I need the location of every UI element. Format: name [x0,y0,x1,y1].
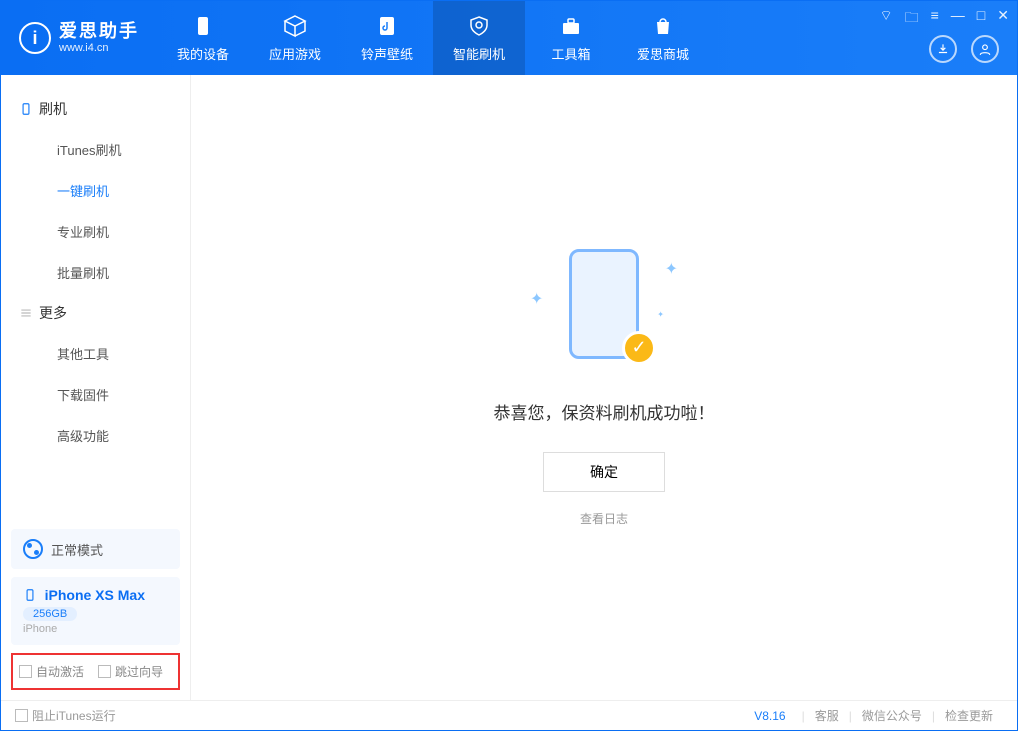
footer: 阻止iTunes运行 V8.16 |客服 |微信公众号 |检查更新 [1,700,1017,730]
mode-icon [23,539,43,559]
bag-icon [651,14,675,38]
check-badge-icon: ✓ [622,331,656,365]
sidebar: 刷机 iTunes刷机 一键刷机 专业刷机 批量刷机 更多 其他工具 下载固件 … [1,75,191,700]
view-log-link[interactable]: 查看日志 [580,510,628,527]
sidebar-item-advanced[interactable]: 高级功能 [1,415,190,456]
success-illustration: ✦ ✦ ✦ ✓ [524,249,684,369]
app-subtitle: www.i4.cn [59,42,139,54]
ok-button[interactable]: 确定 [543,452,665,492]
menu-icon[interactable]: ≡ [931,7,939,31]
footer-link-wechat[interactable]: 微信公众号 [862,707,922,724]
chk-block-itunes[interactable]: 阻止iTunes运行 [15,707,116,724]
sidebar-group-flash: 刷机 [1,89,190,129]
checkbox-icon [19,665,32,678]
checkbox-icon [15,709,28,722]
toolbox-icon [559,14,583,38]
sparkle-icon: ✦ [657,310,664,319]
top-nav: 我的设备 应用游戏 铃声壁纸 智能刷机 工具箱 爱思商城 [157,1,709,75]
sidebar-item-oneclick-flash[interactable]: 一键刷机 [1,170,190,211]
body: 刷机 iTunes刷机 一键刷机 专业刷机 批量刷机 更多 其他工具 下载固件 … [1,75,1017,700]
music-file-icon [375,14,399,38]
device-card[interactable]: iPhone XS Max 256GB iPhone [11,577,180,645]
nav-toolbox[interactable]: 工具箱 [525,1,617,75]
checkbox-icon [98,665,111,678]
sidebar-bottom: 正常模式 iPhone XS Max 256GB iPhone 自动激活 跳过向… [11,529,180,690]
sidebar-item-itunes-flash[interactable]: iTunes刷机 [1,129,190,170]
footer-link-update[interactable]: 检查更新 [945,707,993,724]
sidebar-item-download-fw[interactable]: 下载固件 [1,374,190,415]
nav-my-device[interactable]: 我的设备 [157,1,249,75]
sidebar-group-more: 更多 [1,293,190,333]
checkbox-row-highlighted: 自动激活 跳过向导 [11,653,180,690]
nav-apps[interactable]: 应用游戏 [249,1,341,75]
close-icon[interactable]: ✕ [997,7,1009,31]
version-label: V8.16 [754,709,785,723]
success-message: 恭喜您，保资料刷机成功啦！ [494,399,715,424]
download-icon [936,42,950,56]
sidebar-item-other-tools[interactable]: 其他工具 [1,333,190,374]
phone-small-icon [19,102,33,116]
lock-icon[interactable]: 🗀 [905,7,919,31]
logo-icon: i [19,22,51,54]
mode-label: 正常模式 [51,540,103,559]
tshirt-icon[interactable]: ⌔ [879,7,892,31]
sidebar-item-pro-flash[interactable]: 专业刷机 [1,211,190,252]
storage-badge: 256GB [23,607,77,621]
minimize-icon[interactable]: — [951,7,965,31]
list-icon [19,306,33,320]
app-title: 爱思助手 [59,22,139,42]
shield-icon [467,14,491,38]
device-small-icon [23,588,37,602]
maximize-icon[interactable]: □ [977,7,985,31]
nav-store[interactable]: 爱思商城 [617,1,709,75]
cube-icon [283,14,307,38]
mode-card[interactable]: 正常模式 [11,529,180,569]
nav-ringtones[interactable]: 铃声壁纸 [341,1,433,75]
download-button[interactable] [929,35,957,63]
window-controls: ⌔ 🗀 ≡ — □ ✕ [879,7,1009,31]
device-name: iPhone XS Max [45,587,145,603]
user-icon [978,42,992,56]
device-type: iPhone [23,623,168,635]
sidebar-item-batch-flash[interactable]: 批量刷机 [1,252,190,293]
sparkle-icon: ✦ [665,259,678,279]
nav-flash[interactable]: 智能刷机 [433,1,525,75]
chk-skip-guide[interactable]: 跳过向导 [98,663,163,680]
user-button[interactable] [971,35,999,63]
chk-auto-activate[interactable]: 自动激活 [19,663,84,680]
device-icon [191,14,215,38]
main-content: ✦ ✦ ✦ ✓ 恭喜您，保资料刷机成功啦！ 确定 查看日志 [191,75,1017,700]
header-right-buttons [929,35,999,63]
app-header: i 爱思助手 www.i4.cn 我的设备 应用游戏 铃声壁纸 智能刷机 工具箱… [1,1,1017,75]
logo: i 爱思助手 www.i4.cn [1,22,157,54]
footer-link-support[interactable]: 客服 [815,707,839,724]
sparkle-icon: ✦ [530,289,543,309]
